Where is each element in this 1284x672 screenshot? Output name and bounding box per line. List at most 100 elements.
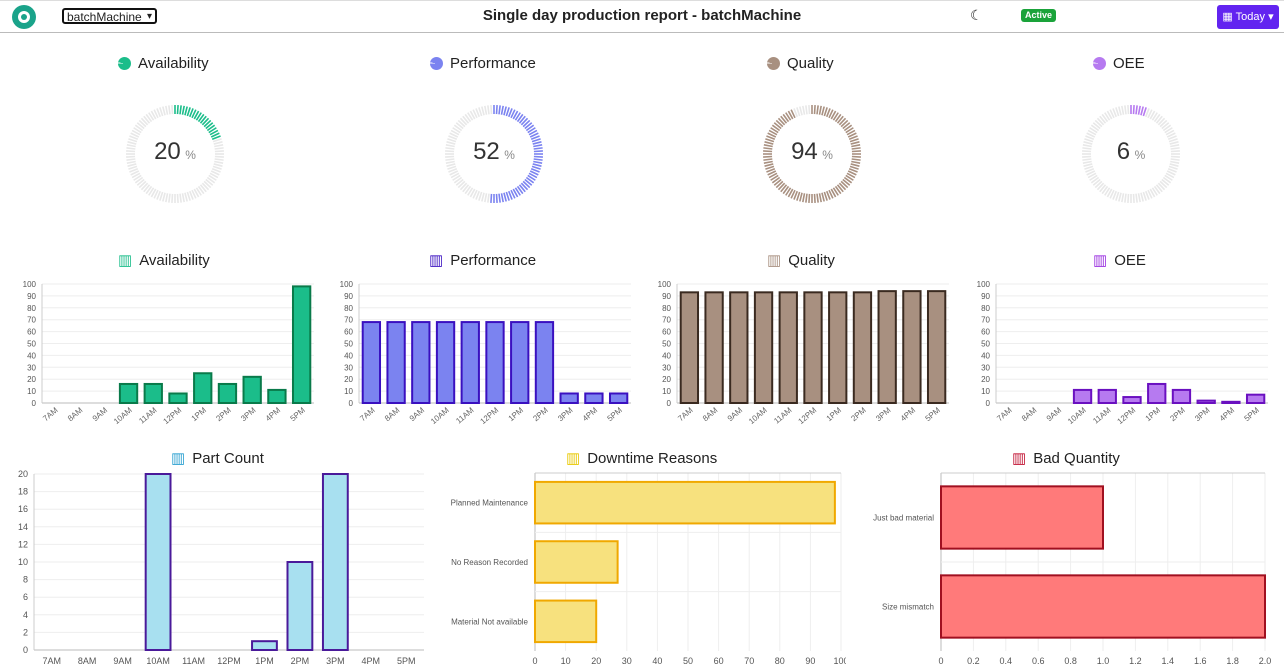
y-tick-label: 50 [981,340,990,349]
bar [291,285,312,405]
oee-gauge-title: OEE [1093,55,1145,72]
quality-gauge: 94 % [762,104,862,204]
x-tick-label: 11AM [137,405,159,425]
x-tick-label: 4PM [264,405,283,423]
dark-mode-moon-icon[interactable]: ☾ [970,7,983,24]
gauge-tick-empty [484,105,488,115]
y-tick-label: 50 [662,340,671,349]
x-tick-label: 7AM [42,656,61,666]
x-tick-label: 5PM [606,405,625,423]
y-tick-label: 10 [27,387,36,396]
y-tick-label: 70 [662,316,671,325]
y-tick-label: 70 [344,316,353,325]
y-tick-label: 80 [981,304,990,313]
x-tick-label: 11AM [1091,405,1113,425]
y-tick-label: 14 [18,522,28,532]
gauge-tick-empty [487,105,490,115]
bar [1072,388,1093,405]
bar [608,392,629,405]
x-tick-label: 80 [775,656,785,666]
x-tick-label: 1PM [1144,405,1163,423]
gauge-tick-filled [176,105,179,115]
gauge-tick-filled [495,193,498,203]
x-tick-label: 8AM [383,405,402,423]
x-tick-label: 70 [744,656,754,666]
gauge-tick-empty [1124,193,1127,203]
gauge-unit: % [185,148,196,162]
gauge-value: 6 [1116,138,1131,165]
bar [828,291,848,404]
bar [144,473,172,651]
bar [877,290,897,405]
y-tick-label: 90 [27,292,36,301]
gauge-tick-filled [1135,105,1138,115]
x-tick-label: 0 [532,656,537,666]
y-tick-label: 50 [344,340,353,349]
x-tick-label: 9AM [91,405,110,423]
x-tick-label: 1PM [825,405,844,423]
gauge-tick-empty [1137,193,1141,203]
y-tick-label: 0 [349,399,354,408]
x-tick-label: 7AM [358,405,377,423]
y-tick-label: 40 [344,351,353,360]
bar [584,392,604,405]
y-tick-label: 60 [662,328,671,337]
x-tick-label: 11AM [454,405,476,425]
gauge-tick-filled [490,193,493,203]
gauge-tick-filled [1137,105,1141,115]
bar-chart-icon: ▥ [1093,252,1108,269]
x-tick-label: 50 [683,656,693,666]
gauge-tick-filled [821,106,825,116]
bar [852,291,873,404]
bar [940,574,1266,639]
availability-gauge: 20 % [125,104,225,204]
gauge-tick-empty [1121,193,1125,203]
y-tick-label: 90 [344,292,353,301]
x-tick-label: 0.4 [1000,656,1013,666]
quality-gauge-title: Quality [767,55,834,72]
pie-chart-icon [118,57,131,70]
bar [460,321,480,404]
bar [267,388,287,405]
y-tick-label: 80 [344,304,353,313]
y-tick-label: 100 [977,280,991,289]
gauge-unit: % [1134,148,1146,162]
performance-bar-chart: 01020304050607080901007AM 8AM 9AM 10AM 11AM 1… [340,280,631,426]
pie-chart-icon [1093,57,1106,70]
gauge-tick-filled [500,105,504,115]
bar-chart-icon: ▥ [566,450,581,467]
y-tick-label: 100 [340,280,354,289]
y-tick-label: 18 [18,487,28,497]
performance-gauge: 52 % [444,104,544,204]
gauge-tick-filled [503,192,507,202]
x-tick-label: 9AM [113,656,132,666]
bad-quantity-chart-title: ▥ Bad Quantity [1012,449,1120,468]
y-tick-label: 0 [986,399,991,408]
y-tick-label: 20 [981,375,990,384]
bar [1147,382,1167,404]
performance-chart-label: Performance [450,251,537,269]
oee-gauge-label: OEE [1113,55,1145,72]
gauge-tick-empty [487,193,490,203]
x-tick-label: 2.0 [1259,656,1272,666]
gauge-tick-empty [165,105,169,115]
x-tick-label: 3PM [326,656,345,666]
y-tick-label: 20 [662,375,671,384]
x-tick-label: 7AM [41,405,60,423]
y-tick-label: 0 [23,645,28,655]
bar [534,321,555,404]
date-range-label: Today [1235,11,1266,23]
gauge-unit: % [822,148,833,162]
downtime-reasons-bar-chart: 0 10 20 30 40 50 60 70 80 90 100 Planned Maintenanc… [451,472,846,666]
x-tick-label: 2PM [1168,405,1187,423]
x-tick-label: 20 [591,656,601,666]
x-tick-label: 1PM [255,656,274,666]
y-tick-label: 60 [981,328,990,337]
bar [485,321,505,404]
bar [534,540,619,584]
y-tick-label: 30 [344,363,353,372]
date-range-button[interactable]: ▦ Today ▾ [1217,5,1279,29]
y-tick-label: 90 [662,292,671,301]
bad-quantity-chart-label: Bad Quantity [1033,449,1120,467]
x-tick-label: 5PM [289,405,308,423]
